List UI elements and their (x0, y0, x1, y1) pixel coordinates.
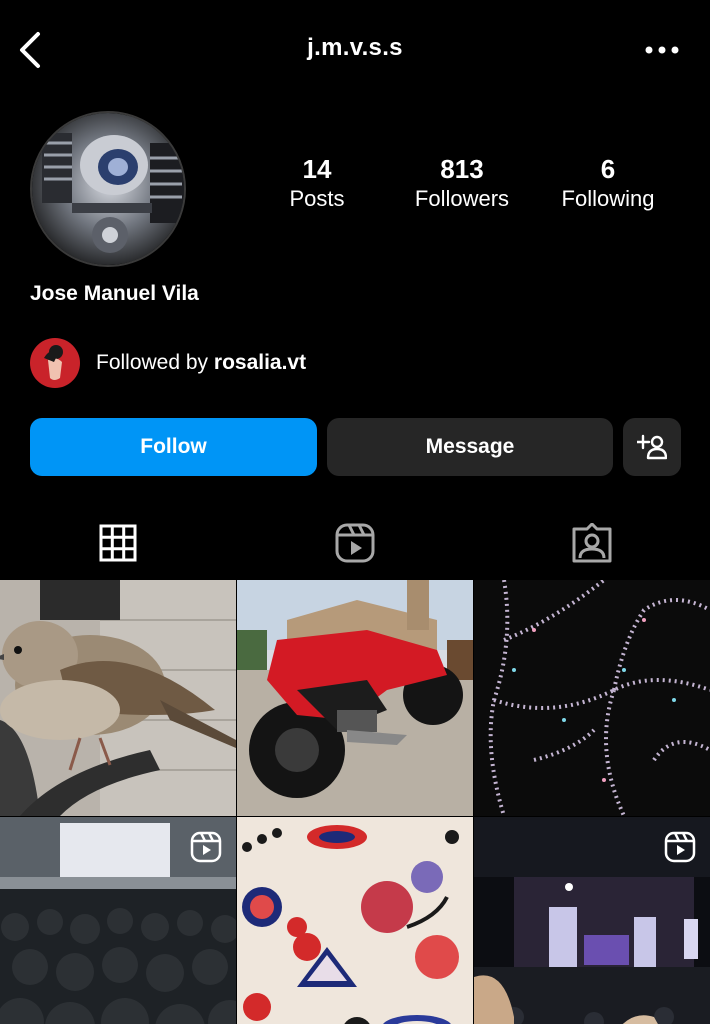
followed-by-row[interactable]: Followed by rosalia.vt (30, 338, 306, 388)
profile-avatar[interactable] (30, 111, 186, 267)
post-thumbnail-motorcycle[interactable] (237, 580, 473, 816)
grid-icon (99, 524, 137, 561)
profile-full-name: Jose Manuel Vila (30, 282, 199, 305)
post-thumbnail-artwork[interactable] (237, 817, 473, 1024)
top-bar: j.m.v.s.s (0, 0, 710, 100)
stat-following[interactable]: 6 Following (533, 154, 683, 214)
profile-username: j.m.v.s.s (307, 34, 403, 61)
add-user-icon (637, 434, 667, 460)
profile-tabs (0, 505, 710, 582)
stat-posts[interactable]: 14 Posts (242, 154, 392, 214)
followed-by-text: Followed by rosalia.vt (96, 351, 306, 375)
followed-by-username[interactable]: rosalia.vt (214, 351, 306, 374)
post-thumbnail-sparkles[interactable] (474, 580, 710, 816)
stat-posts-label: Posts (289, 186, 345, 211)
more-horizontal-icon[interactable] (644, 40, 680, 60)
post-thumbnail-concert-reel[interactable] (0, 817, 236, 1024)
reel-badge-icon (664, 831, 696, 863)
stat-followers-value: 813 (440, 154, 484, 184)
followed-by-prefix: Followed by (96, 351, 214, 374)
follower-avatar (30, 338, 80, 388)
tab-reels[interactable] (237, 505, 473, 580)
tab-posts[interactable] (0, 505, 236, 582)
add-user-button[interactable] (623, 418, 681, 476)
tab-tagged[interactable] (474, 505, 710, 580)
reels-icon (335, 523, 375, 562)
motorcycle-photo (237, 580, 473, 816)
post-thumbnail-sparrow[interactable] (0, 580, 236, 816)
reel-badge-icon (190, 831, 222, 863)
stat-followers[interactable]: 813 Followers (387, 154, 537, 214)
sparrow-photo (0, 580, 236, 816)
posts-grid (0, 580, 710, 1024)
stat-following-label: Following (561, 186, 655, 211)
stat-posts-value: 14 (302, 154, 332, 184)
artwork-photo (237, 817, 473, 1024)
message-button[interactable]: Message (327, 418, 613, 476)
follow-button[interactable]: Follow (30, 418, 317, 476)
stat-followers-label: Followers (414, 186, 510, 211)
post-thumbnail-stadium-reel[interactable] (474, 817, 710, 1024)
stat-following-value: 6 (600, 154, 616, 184)
sparkle-photo (474, 580, 710, 816)
tagged-icon (572, 522, 612, 562)
